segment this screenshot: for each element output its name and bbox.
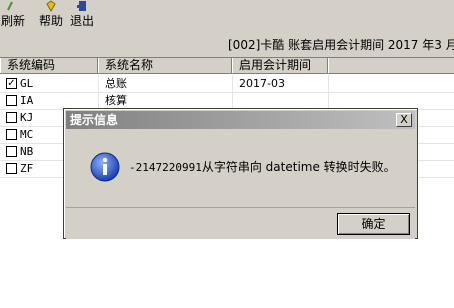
col-header-name[interactable]: 系统名称 (98, 58, 232, 73)
row-name: 核算 (98, 92, 232, 109)
row-code: GL (20, 77, 34, 90)
refresh-button[interactable]: 刷新 (0, 0, 26, 30)
dialog-title: 提示信息 (70, 113, 119, 127)
row-period[interactable] (232, 92, 328, 109)
close-button[interactable]: X (396, 113, 412, 127)
info-icon (89, 151, 121, 183)
table-row[interactable]: ✓ GL 总账 2017-03 (0, 75, 454, 93)
dialog-titlebar[interactable]: 提示信息 X (66, 111, 415, 129)
refresh-label: 刷新 (0, 14, 25, 28)
exit-label: 退出 (69, 14, 94, 28)
help-button[interactable]: 帮助 (38, 0, 64, 30)
ok-button[interactable]: 确定 (337, 213, 410, 235)
help-label: 帮助 (38, 14, 63, 28)
col-header-empty (328, 58, 454, 73)
dialog-message: -2147220991从字符串向 datetime 转换时失败。 (129, 158, 396, 175)
message-dialog: 提示信息 X -2147220991从字符串向 datetime 转换时失败。 … (63, 108, 418, 239)
toolbar: 刷新 帮助 退出 (0, 0, 454, 30)
account-period-info: [002]卡酷 账套启用会计期间 2017 年3 月 (228, 38, 454, 52)
exit-icon (74, 0, 90, 12)
row-filler (328, 75, 454, 92)
row-filler (328, 92, 454, 109)
col-header-period[interactable]: 启用会计期间 (232, 58, 328, 73)
error-code: -2147220991 (129, 161, 202, 174)
grid-header: 系统编码 系统名称 启用会计期间 (0, 58, 454, 74)
col-header-code[interactable]: 系统编码 (0, 58, 98, 73)
row-name: 总账 (98, 75, 232, 92)
refresh-icon (5, 0, 21, 12)
exit-button[interactable]: 退出 (68, 0, 96, 30)
error-text: 从字符串向 datetime 转换时失败。 (201, 160, 396, 174)
row-code: IA (20, 94, 34, 107)
row-period[interactable]: 2017-03 (232, 75, 328, 92)
help-icon (43, 0, 59, 12)
